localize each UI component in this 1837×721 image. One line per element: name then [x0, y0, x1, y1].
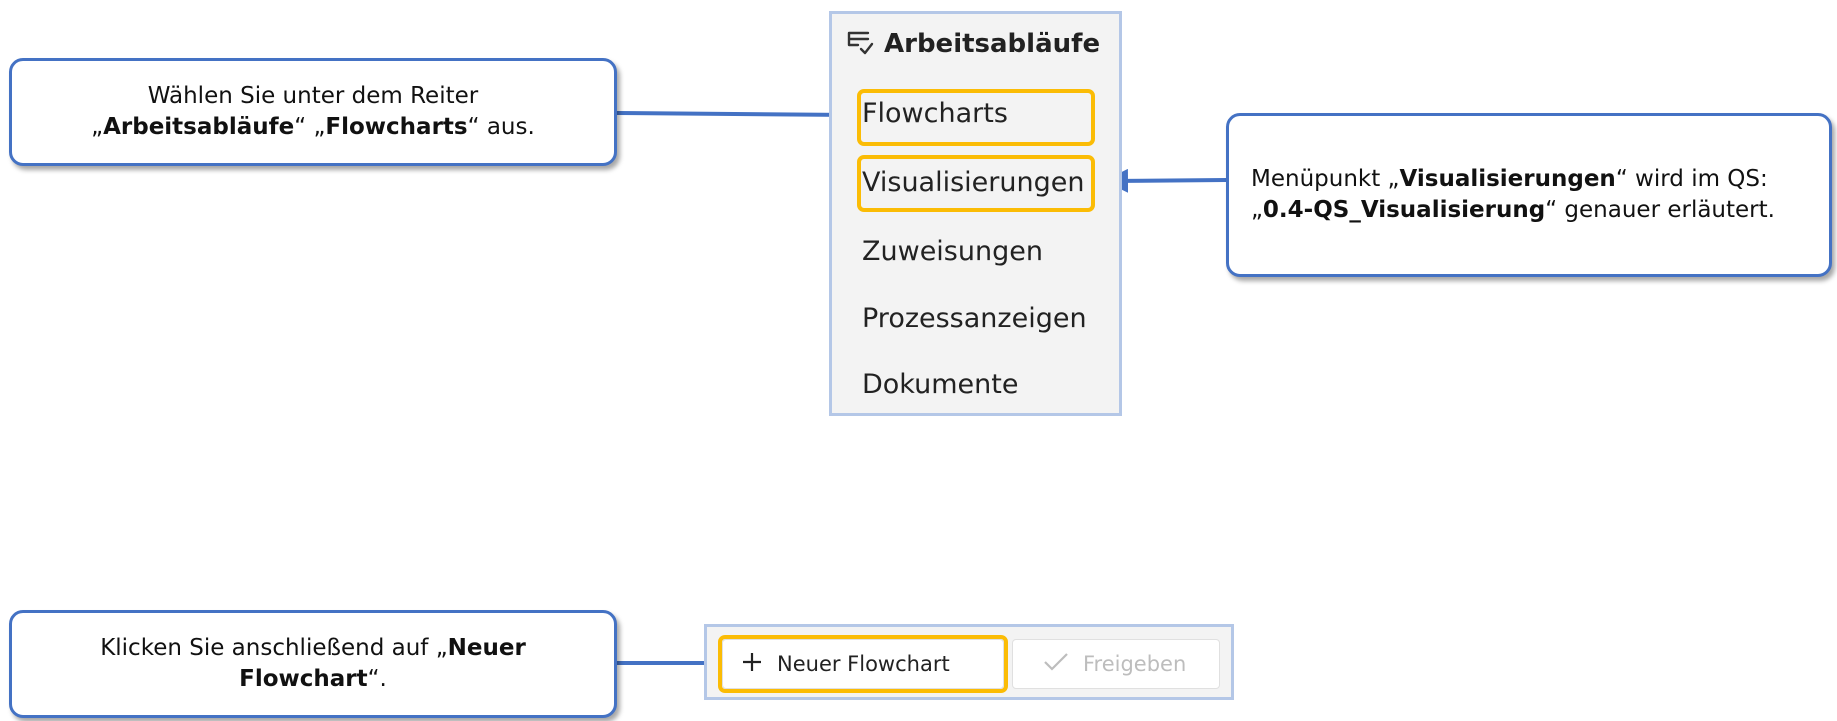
bold-term: Flowchart [239, 666, 368, 692]
quote: „ [1251, 197, 1263, 223]
menu-item-prozessanzeigen[interactable]: Prozessanzeigen [862, 303, 1087, 334]
quote: “ „ [294, 114, 326, 140]
bold-term: Flowcharts [325, 114, 468, 140]
release-button[interactable]: Freigeben [1012, 639, 1220, 689]
callout-text: “. [367, 666, 387, 692]
callout-select-flowcharts: Wählen Sie unter dem Reiter „Arbeitsablä… [9, 58, 617, 166]
callout-text: “ aus. [467, 114, 535, 140]
bold-term: Visualisierungen [1399, 166, 1616, 192]
toolbar: Neuer Flowchart Freigeben [704, 624, 1234, 700]
callout-text: “ wird im QS: [1615, 166, 1768, 192]
quote: „ [91, 114, 104, 140]
menu-title: Arbeitsabläufe [884, 29, 1101, 59]
release-label: Freigeben [1083, 652, 1187, 676]
bold-term: 0.4-QS_Visualisierung [1262, 197, 1546, 223]
callout-new-flowchart: Klicken Sie anschließend auf „Neuer Flow… [9, 610, 617, 718]
highlight-new-flowchart [718, 635, 1008, 693]
list-check-icon [846, 28, 874, 61]
callout-text: Klicken Sie anschließend auf „ [100, 635, 448, 661]
bold-term: Arbeitsabläufe [103, 114, 295, 140]
menu-item-dokumente[interactable]: Dokumente [862, 369, 1018, 400]
callout-text: Wählen Sie unter dem Reiter [147, 83, 479, 109]
workflow-menu: Arbeitsabläufe Flowcharts Visualisierung… [829, 11, 1122, 416]
arrow-to-visualisierungen [1104, 168, 1227, 193]
menu-item-zuweisungen[interactable]: Zuweisungen [862, 236, 1043, 267]
check-icon [1043, 652, 1069, 677]
arrow-to-flowcharts [616, 102, 857, 127]
callout-text: “ genauer erläutert. [1545, 197, 1775, 223]
highlight-visualisierungen [857, 155, 1095, 212]
menu-header: Arbeitsabläufe [846, 26, 1100, 62]
bold-term: Neuer [447, 635, 526, 661]
highlight-flowcharts [857, 89, 1095, 146]
callout-text: Menüpunkt „ [1251, 166, 1400, 192]
callout-visualisierungen: Menüpunkt „Visualisierungen“ wird im QS:… [1226, 113, 1832, 277]
